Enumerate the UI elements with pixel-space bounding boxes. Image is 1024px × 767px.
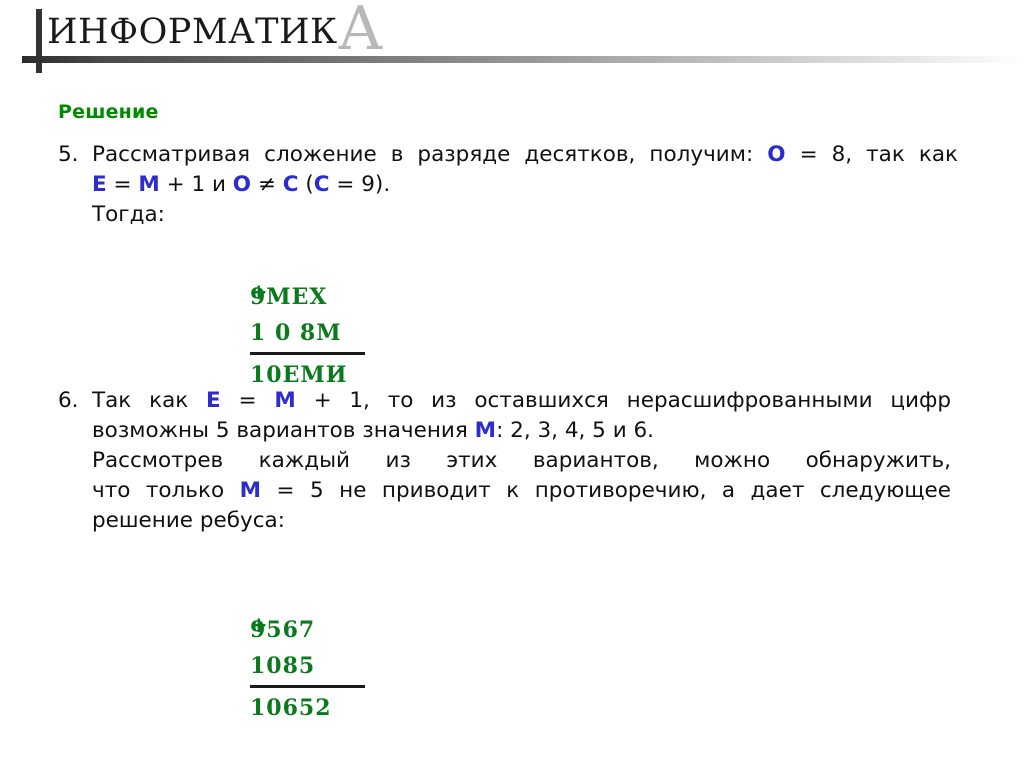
paragraph-body: Рассматривая сложение в разряде десятков… <box>92 140 958 230</box>
paragraph-line: Так как Е = М + 1, то из оставшихся нера… <box>92 386 951 416</box>
paragraph-line: Рассмотрев каждый из этих вариантов, мож… <box>92 448 951 473</box>
text-run: ( <box>298 172 314 197</box>
plus-operator: + <box>250 612 268 637</box>
header-gradient-rule <box>22 56 1024 63</box>
section-heading: Решение <box>58 101 159 123</box>
text-run: возможны 5 вариантов значения <box>92 418 475 443</box>
addition-rule-line <box>250 352 365 355</box>
text-run: = <box>220 388 275 413</box>
paragraph-line: что только М = 5 не приводит к противоре… <box>92 476 951 506</box>
text-run: Так как <box>92 388 207 413</box>
paragraph-number: 5. <box>58 142 79 167</box>
paragraph-body: Так как Е = М + 1, то из оставшихся нера… <box>92 386 951 536</box>
variable-e: Е <box>206 388 221 413</box>
text-run: : 2, 3, 4, 5 и 6. <box>496 418 655 443</box>
variable-m: М <box>138 172 160 197</box>
text-run: = 9). <box>329 172 391 197</box>
page-title-large-letter: А <box>337 0 384 64</box>
variable-s: С <box>282 172 299 197</box>
cryptarithm-letters-block: + 9МЕХ 1 0 8М 10ЕМИ <box>250 253 365 393</box>
plus-operator: + <box>250 279 268 304</box>
variable-m: М <box>274 388 296 413</box>
text-run: + 1, то из оставшихся нерасшифрованными … <box>295 388 951 413</box>
text-run: = 5 не приводит к противоречию, а дает с… <box>261 478 952 503</box>
paragraph-number: 6. <box>58 388 79 413</box>
addition-result: 10652 <box>250 695 332 721</box>
paragraph-line: Е = М + 1 и О ≠ С (С = 9). <box>92 170 958 200</box>
variable-m: М <box>239 478 261 503</box>
paragraph-step-5: 5. Рассматривая сложение в разряде десят… <box>58 140 958 230</box>
variable-o: О <box>767 142 786 167</box>
variable-o: О <box>232 172 252 197</box>
text-run: = <box>106 172 139 197</box>
text-run: + 1 и <box>159 172 233 197</box>
addend-second: 1085 <box>250 653 316 679</box>
header-vertical-bar <box>36 9 42 73</box>
paragraph-line: Рассматривая сложение в разряде десятков… <box>92 140 958 170</box>
cryptarithm-digits-block: + 9567 1085 10652 <box>250 586 365 726</box>
variable-m: М <box>474 418 497 443</box>
text-run: что только <box>92 478 240 503</box>
page-title-main: ИНФОРМАТИК <box>47 12 338 52</box>
addition-rule-line <box>250 685 365 688</box>
text-run: Рассматривая сложение в разряде десятков… <box>92 142 768 167</box>
paragraph-line: решение ребуса: <box>92 508 285 533</box>
paragraph-line: возможны 5 вариантов значения М: 2, 3, 4… <box>92 416 951 446</box>
page-title: ИНФОРМАТИКА <box>47 0 383 59</box>
paragraph-step-6: 6. Так как Е = М + 1, то из оставшихся н… <box>58 386 951 536</box>
page-header: ИНФОРМАТИКА <box>0 0 1024 78</box>
variable-e: Е <box>92 172 107 197</box>
variable-s: С <box>313 172 330 197</box>
text-run: ≠ <box>251 172 283 197</box>
addend-second: 1 0 8М <box>250 320 342 346</box>
paragraph-line: Тогда: <box>92 202 165 227</box>
text-run: = 8, так как <box>785 142 959 167</box>
